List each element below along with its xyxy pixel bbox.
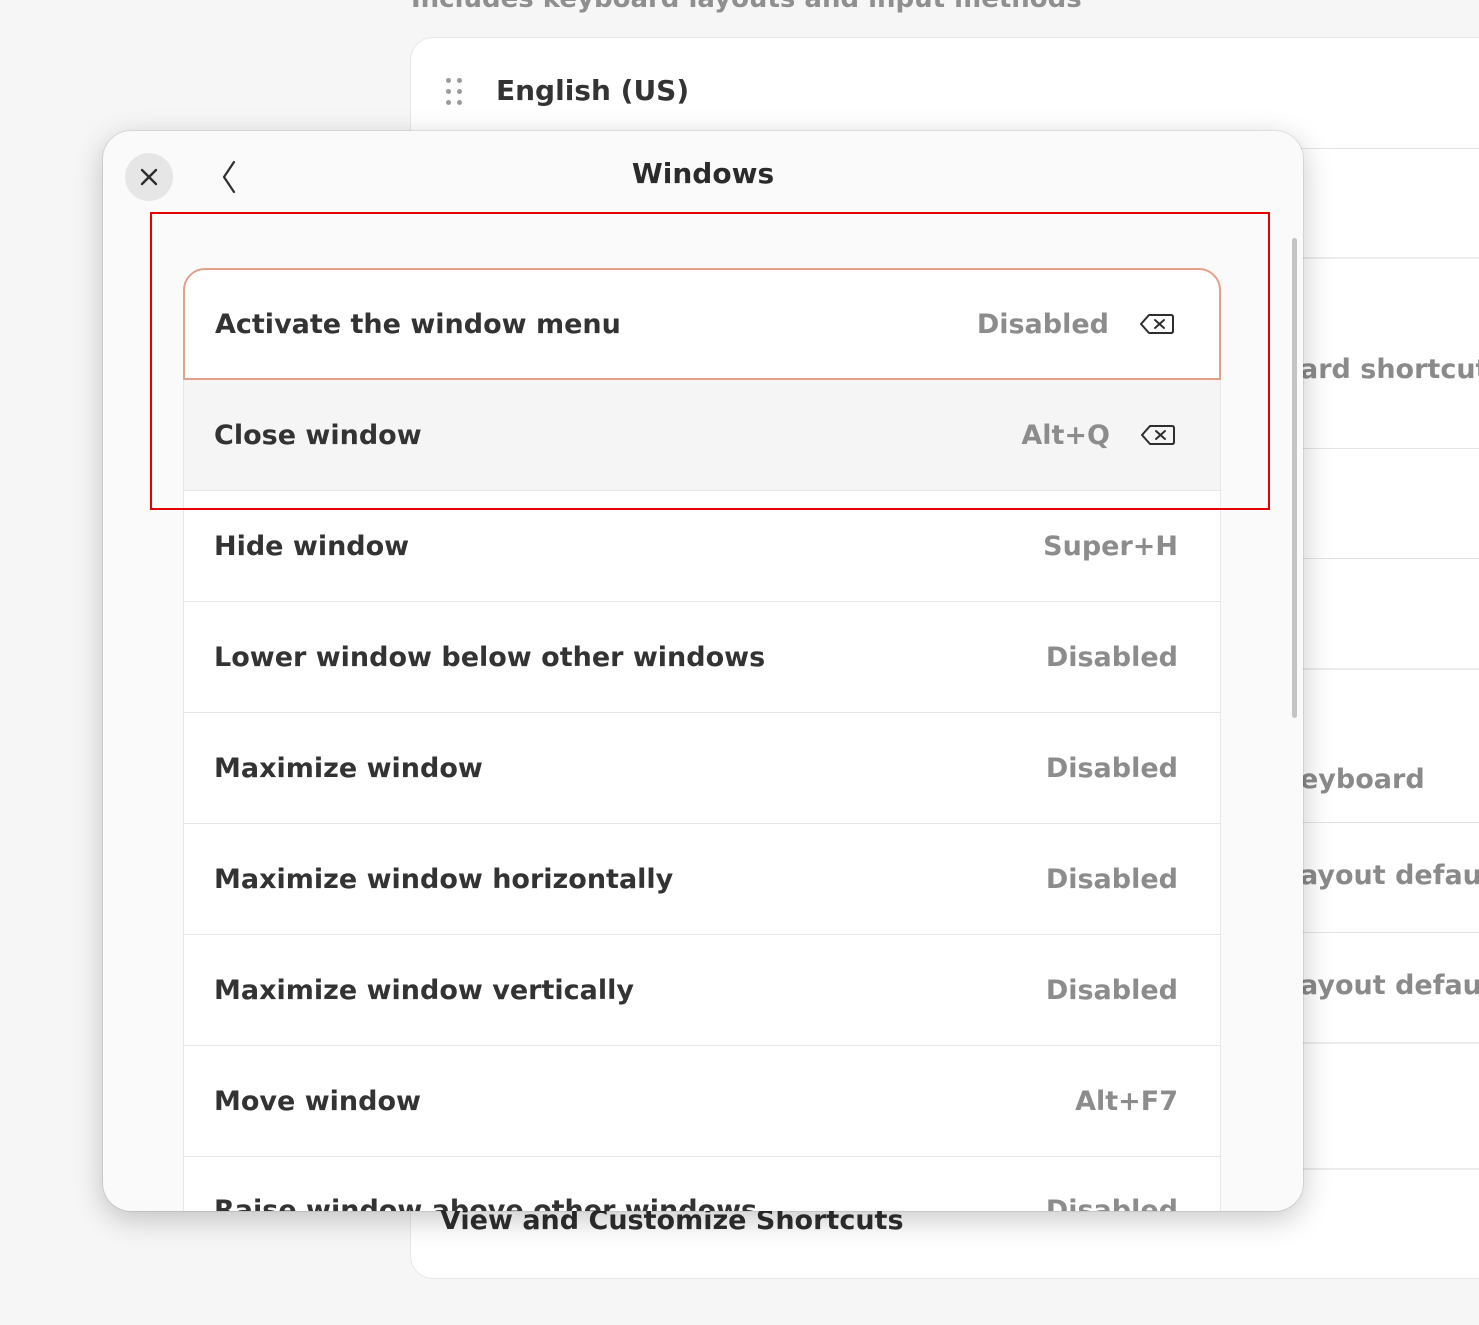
shortcut-value: Disabled	[1045, 641, 1178, 673]
bg-divider	[1300, 1042, 1479, 1044]
scrollbar[interactable]	[1292, 238, 1297, 718]
shortcut-label: Maximize window horizontally	[214, 863, 674, 895]
shortcut-row-move-window[interactable]: Move window Alt+F7	[184, 1046, 1220, 1157]
shortcut-row-lower-window[interactable]: Lower window below other windows Disable…	[184, 602, 1220, 713]
highlight-annotation	[150, 212, 1270, 510]
bg-divider	[1300, 668, 1479, 670]
shortcut-row-maximize-window[interactable]: Maximize window Disabled	[184, 713, 1220, 824]
drag-handle-icon[interactable]	[444, 78, 466, 108]
shortcut-label: Raise window above other windows	[214, 1195, 758, 1211]
keyboard-shortcuts-partial: ard shortcut	[1300, 354, 1479, 385]
bg-divider	[1300, 148, 1479, 149]
shortcut-value: Disabled	[1045, 1195, 1178, 1211]
bg-divider	[1300, 932, 1479, 933]
shortcut-value: Alt+F7	[1075, 1085, 1178, 1117]
bg-divider	[1300, 822, 1479, 823]
bg-divider	[1300, 257, 1479, 259]
input-sources-subtitle: Includes keyboard layouts and input meth…	[411, 0, 1082, 14]
shortcut-row-maximize-vertically[interactable]: Maximize window vertically Disabled	[184, 935, 1220, 1046]
shortcut-label: Lower window below other windows	[214, 641, 766, 673]
shortcut-value: Disabled	[1045, 752, 1178, 784]
shortcut-value: Disabled	[1045, 863, 1178, 895]
shortcut-value: Super+H	[1043, 530, 1178, 562]
layout-default-partial-1: ayout defaul	[1300, 860, 1479, 891]
shortcut-label: Hide window	[214, 530, 410, 562]
dialog-title: Windows	[631, 157, 775, 190]
shortcut-row-maximize-horizontally[interactable]: Maximize window horizontally Disabled	[184, 824, 1220, 935]
shortcut-label: Maximize window	[214, 752, 483, 784]
shortcut-label: Maximize window vertically	[214, 974, 634, 1006]
layout-default-partial-2: ayout defaul	[1300, 970, 1479, 1001]
bg-divider	[1300, 448, 1479, 449]
shortcut-value: Disabled	[1045, 974, 1178, 1006]
bg-divider	[1300, 558, 1479, 559]
keyboard-section-partial: eyboard	[1300, 764, 1425, 795]
shortcut-row-raise-window[interactable]: Raise window above other windows Disable…	[184, 1157, 1220, 1211]
shortcut-label: Move window	[214, 1085, 421, 1117]
input-source-english-us[interactable]: English (US)	[496, 74, 689, 107]
bg-divider	[1300, 1168, 1479, 1170]
